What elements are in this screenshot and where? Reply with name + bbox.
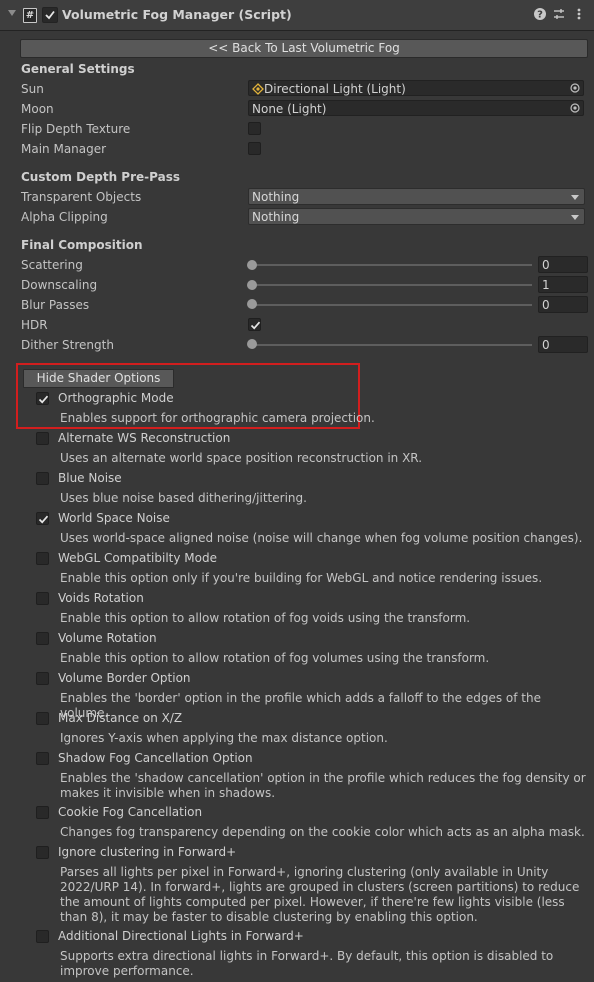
blur-passes-slider-track[interactable]	[252, 304, 532, 306]
checkmark-icon	[45, 10, 55, 20]
shader-option-description: Parses all lights per pixel in Forward+,…	[60, 865, 580, 924]
dither-strength-slider-track[interactable]	[252, 344, 532, 346]
hdr-label: HDR	[21, 318, 48, 332]
shader-option-description: Enable this option to allow rotation of …	[60, 651, 490, 665]
shader-option-checkbox[interactable]	[36, 712, 49, 725]
final-composition-heading: Final Composition	[21, 238, 143, 252]
shader-option-description: Uses an alternate world space position r…	[60, 451, 423, 465]
hdr-checkbox[interactable]	[248, 318, 261, 331]
more-icon[interactable]	[572, 7, 586, 21]
shader-option-title: Ignore clustering in Forward+	[58, 845, 237, 859]
shader-option-description: Enables the 'shadow cancellation' option…	[60, 771, 586, 800]
blur-passes-label: Blur Passes	[21, 298, 90, 312]
shader-option-checkbox[interactable]	[36, 806, 49, 819]
scattering-slider-track[interactable]	[252, 264, 532, 266]
object-picker-icon[interactable]	[570, 83, 580, 93]
general-settings-heading: General Settings	[21, 62, 135, 76]
flip-depth-checkbox[interactable]	[248, 122, 261, 135]
shader-option-checkbox[interactable]	[36, 752, 49, 765]
shader-option-title: Alternate WS Reconstruction	[58, 431, 231, 445]
dropdown-arrow-icon	[571, 195, 579, 200]
shader-option-title: Voids Rotation	[58, 591, 144, 605]
shader-option-checkbox[interactable]	[36, 592, 49, 605]
downscaling-label: Downscaling	[21, 278, 98, 292]
shader-option-title: Volume Border Option	[58, 671, 191, 685]
alpha-clipping-label: Alpha Clipping	[21, 210, 108, 224]
shader-option-checkbox[interactable]	[36, 672, 49, 685]
shader-option-title: Orthographic Mode	[58, 391, 174, 405]
shader-option-description: Supports extra directional lights in For…	[60, 949, 554, 978]
object-picker-icon[interactable]	[570, 103, 580, 113]
shader-option-description: Enables support for orthographic camera …	[60, 411, 375, 425]
dither-strength-slider-handle[interactable]	[247, 339, 257, 349]
shader-option-description: Enable this option only if you're buildi…	[60, 571, 543, 585]
sun-label: Sun	[21, 82, 44, 96]
component-title: Volumetric Fog Manager (Script)	[62, 7, 292, 22]
shader-option-checkbox[interactable]	[36, 552, 49, 565]
help-icon[interactable]: ?	[533, 7, 547, 21]
shader-option-title: Additional Directional Lights in Forward…	[58, 929, 304, 943]
shader-option-title: Shadow Fog Cancellation Option	[58, 751, 253, 765]
alpha-clipping-value: Nothing	[252, 210, 300, 224]
transparent-objects-label: Transparent Objects	[21, 190, 142, 204]
downscaling-slider-track[interactable]	[252, 284, 532, 286]
shader-option-checkbox[interactable]	[36, 512, 49, 525]
shader-option-description: Enable this option to allow rotation of …	[60, 611, 471, 625]
shader-option-title: Max Distance on X/Z	[58, 711, 183, 725]
moon-value: None (Light)	[252, 102, 327, 116]
custom-depth-heading: Custom Depth Pre-Pass	[21, 170, 180, 184]
shader-option-title: WebGL Compatibilty Mode	[58, 551, 217, 565]
sun-field[interactable]: Directional Light (Light)	[248, 80, 584, 96]
checkmark-icon	[38, 395, 49, 404]
svg-text:?: ?	[537, 10, 543, 21]
shader-option-checkbox[interactable]	[36, 432, 49, 445]
shader-option-checkbox[interactable]	[36, 632, 49, 645]
main-manager-label: Main Manager	[21, 142, 107, 156]
preset-icon[interactable]	[552, 7, 566, 21]
shader-option-checkbox[interactable]	[36, 930, 49, 943]
shader-option-checkbox[interactable]	[36, 392, 49, 405]
light-icon	[252, 83, 264, 95]
shader-option-checkbox[interactable]	[36, 846, 49, 859]
dropdown-arrow-icon	[571, 215, 579, 220]
back-to-last-fog-button[interactable]: << Back To Last Volumetric Fog	[20, 39, 588, 58]
shader-option-description: Ignores Y-axis when applying the max dis…	[60, 731, 388, 745]
shader-option-title: World Space Noise	[58, 511, 170, 525]
shader-option-title: Blue Noise	[58, 471, 122, 485]
flip-depth-label: Flip Depth Texture	[21, 122, 131, 136]
script-icon: #	[23, 8, 37, 23]
shader-option-description: Uses blue noise based dithering/jitterin…	[60, 491, 307, 505]
chevron-down-icon[interactable]	[8, 10, 16, 16]
transparent-objects-value: Nothing	[252, 190, 300, 204]
scattering-input[interactable]: 0	[538, 256, 588, 273]
scattering-label: Scattering	[21, 258, 83, 272]
moon-label: Moon	[21, 102, 54, 116]
component-enabled-checkbox[interactable]	[42, 7, 58, 23]
blur-passes-slider-handle[interactable]	[247, 299, 257, 309]
dither-strength-label: Dither Strength	[21, 338, 114, 352]
downscaling-slider-handle[interactable]	[247, 280, 257, 290]
dither-strength-input[interactable]: 0	[538, 336, 588, 353]
main-manager-checkbox[interactable]	[248, 142, 261, 155]
moon-field[interactable]: None (Light)	[248, 100, 584, 116]
blur-passes-input[interactable]: 0	[538, 296, 588, 313]
sun-value: Directional Light (Light)	[264, 82, 406, 96]
component-header[interactable]: # Volumetric Fog Manager (Script) ?	[0, 0, 594, 31]
checkmark-icon	[38, 515, 49, 524]
downscaling-input[interactable]: 1	[538, 276, 588, 293]
alpha-clipping-dropdown[interactable]: Nothing	[248, 208, 585, 225]
shader-option-description: Changes fog transparency depending on th…	[60, 825, 585, 839]
scattering-slider-handle[interactable]	[247, 260, 257, 270]
shader-option-description: Uses world-space aligned noise (noise wi…	[60, 531, 583, 545]
transparent-objects-dropdown[interactable]: Nothing	[248, 188, 585, 205]
checkmark-icon	[250, 321, 261, 330]
shader-option-title: Cookie Fog Cancellation	[58, 805, 203, 819]
shader-option-checkbox[interactable]	[36, 472, 49, 485]
shader-option-title: Volume Rotation	[58, 631, 157, 645]
